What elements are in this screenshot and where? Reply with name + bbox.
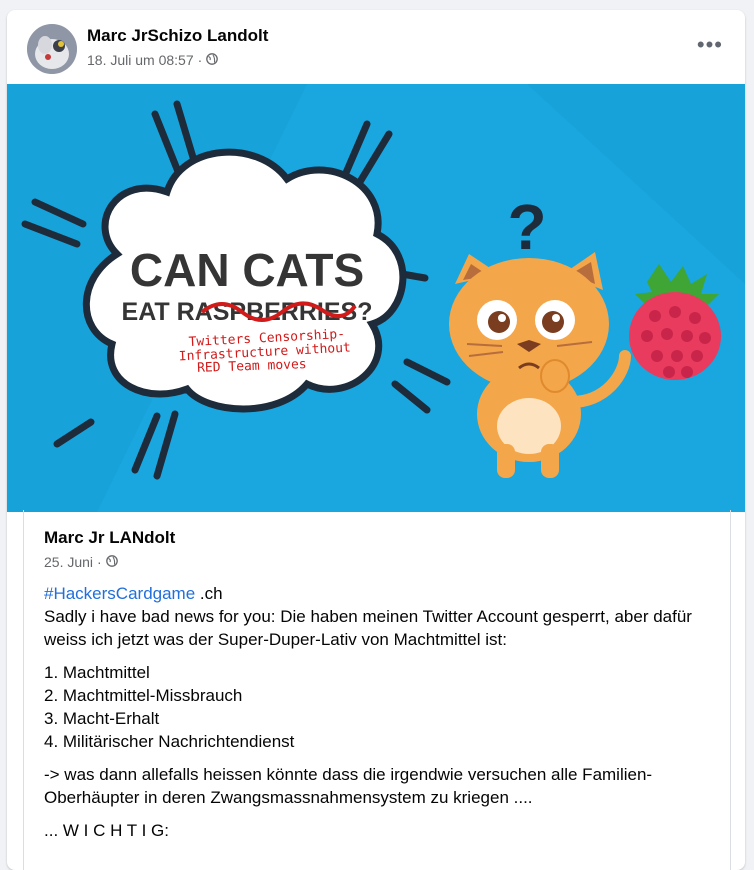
image-headline: CAN CATS [130, 244, 364, 296]
hashtag-link[interactable]: #HackersCardgame [44, 584, 195, 603]
list-item: 4. Militärischer Nachrichtendienst [44, 732, 295, 751]
shared-post-body: #HackersCardgame .ch Sadly i have bad ne… [44, 582, 714, 842]
globe-icon [105, 554, 118, 570]
shared-author-name[interactable]: Marc Jr LANdolt [44, 528, 175, 548]
post-image[interactable]: CAN CATS EAT RASPBERRIES? Twitters Censo… [7, 84, 745, 512]
list-item: 1. Machtmittel [44, 663, 150, 682]
shared-post-meta: 25. Juni · [44, 554, 118, 570]
avatar[interactable] [27, 24, 77, 74]
shared-meta-separator: · [97, 554, 102, 570]
post-date[interactable]: 18. Juli um 08:57 [87, 52, 194, 68]
post-card: Marc JrSchizo Landolt 18. Juli um 08:57 … [7, 10, 745, 870]
paragraph-1: Sadly i have bad news for you: Die haben… [44, 607, 692, 649]
globe-icon [206, 52, 219, 68]
list-item: 2. Machtmittel-Missbrauch [44, 686, 243, 705]
list-item: 3. Macht-Erhalt [44, 709, 160, 728]
post-meta: 18. Juli um 08:57 · [87, 52, 219, 68]
paragraph-2: -> was dann allefalls heissen könnte das… [44, 765, 653, 807]
image-subline: EAT RASPBERRIES? [122, 298, 373, 326]
hashtag-suffix: .ch [195, 584, 223, 603]
meta-separator: · [197, 52, 203, 68]
hashtag-line: #HackersCardgame .ch [44, 582, 714, 605]
paragraph-3: ... W I C H T I G: [44, 821, 169, 840]
shared-post-date[interactable]: 25. Juni [44, 554, 93, 570]
shared-post: Marc Jr LANdolt 25. Juni · #HackersCardg… [23, 510, 731, 870]
more-options-icon[interactable]: ••• [697, 32, 723, 58]
author-name[interactable]: Marc JrSchizo Landolt [87, 26, 268, 46]
question-mark: ? [507, 191, 546, 263]
